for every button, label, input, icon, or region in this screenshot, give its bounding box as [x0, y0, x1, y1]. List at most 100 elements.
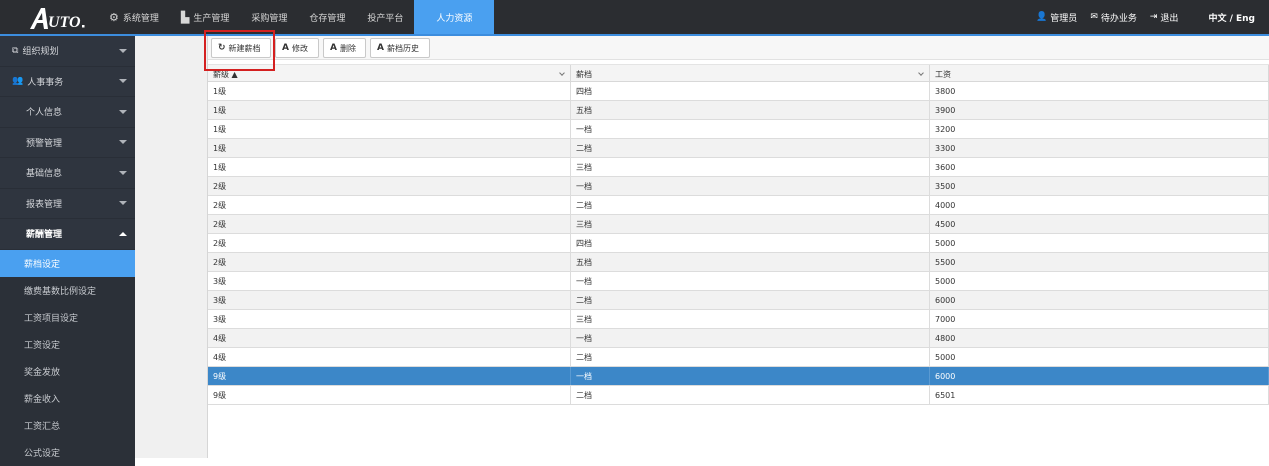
sidebar-sub-item[interactable]: 工资项目设定 — [0, 303, 135, 331]
table-cell: 2级 — [208, 253, 571, 271]
language-switch[interactable]: 中文 / Eng — [1208, 11, 1255, 24]
table-row[interactable]: 3级 三档 7000 — [208, 310, 1269, 329]
user-menu[interactable]: 👤 管理员 — [1036, 11, 1077, 24]
table-row[interactable]: 1级 一档 3200 — [208, 120, 1269, 139]
history-button-label: 薪档历史 — [386, 43, 419, 53]
sidebar-sub-item[interactable]: 薪金收入 — [0, 384, 135, 412]
table-body: 1级 四档 3800 1级 五档 3900 1级 一档 3200 1级 二档 3300 1级 三档 3600… — [208, 82, 1269, 405]
column-header-level[interactable]: 薪档 — [571, 65, 930, 83]
sidebar-section[interactable]: 预警管理 — [0, 128, 135, 158]
table-row[interactable]: 9级 一档 6000 — [208, 367, 1269, 386]
nav-item[interactable]: 投产平台 — [356, 0, 414, 34]
auto-logo[interactable]: UTO — [28, 5, 88, 31]
table-row[interactable]: 2级 四档 5000 — [208, 234, 1269, 253]
table-row[interactable]: 2级 五档 5500 — [208, 253, 1269, 272]
sidebar-sub-item[interactable]: 工资汇总 — [0, 411, 135, 439]
table-cell: 7000 — [930, 310, 1269, 328]
table-cell: 二档 — [571, 348, 930, 366]
table-cell: 二档 — [571, 196, 930, 214]
delete-button[interactable]: A 删除 — [323, 38, 366, 58]
sidebar-sub-item[interactable]: 薪档设定 — [0, 249, 135, 277]
table-cell: 3级 — [208, 272, 571, 290]
table-row[interactable]: 1级 四档 3800 — [208, 82, 1269, 101]
table-row[interactable]: 2级 二档 4000 — [208, 196, 1269, 215]
table-row[interactable]: 1级 二档 3300 — [208, 139, 1269, 158]
highlight-annotation — [204, 30, 275, 71]
sidebar: ⧉ 组织规划 👥 人事事务 个人信息 预警管理 基础信息 报表管理 薪酬管理 薪档设定 缴费基数比例… — [0, 36, 135, 466]
table-cell: 1级 — [208, 158, 571, 176]
table-row[interactable]: 2级 一档 3500 — [208, 177, 1269, 196]
nav-item-label: 人力资源 — [436, 13, 473, 24]
chevron-down-icon — [119, 201, 127, 206]
content-gutter — [135, 36, 208, 458]
sidebar-sub-item[interactable]: 奖金发放 — [0, 357, 135, 385]
chevron-down-icon[interactable] — [918, 70, 924, 76]
table-cell: 一档 — [571, 367, 930, 385]
table-row[interactable]: 1级 五档 3900 — [208, 101, 1269, 120]
table-cell: 3600 — [930, 158, 1269, 176]
svg-text:UTO: UTO — [48, 14, 81, 31]
logout-label: 退出 — [1160, 13, 1179, 24]
salary-history-button[interactable]: A 薪档历史 — [370, 38, 430, 58]
table-row[interactable]: 1级 三档 3600 — [208, 158, 1269, 177]
sidebar-sub-item[interactable]: 工资设定 — [0, 330, 135, 358]
table-cell: 6000 — [930, 367, 1269, 385]
nav-item-label: 采购管理 — [251, 13, 288, 24]
nav-item[interactable]: 采购管理 — [240, 0, 298, 34]
sidebar-sub-item[interactable]: 缴费基数比例设定 — [0, 276, 135, 304]
nav-item[interactable]: 人力资源 — [414, 0, 495, 34]
sidebar-section[interactable]: ⧉ 组织规划 — [0, 36, 135, 67]
toolbar: ↻ 新建薪档 A 修改 A 删除 A 薪档历史 — [208, 36, 1269, 60]
delete-icon: A — [330, 43, 337, 53]
table-cell: 4800 — [930, 329, 1269, 347]
sidebar-section-label: 组织规划 — [22, 47, 59, 58]
table-cell: 三档 — [571, 158, 930, 176]
edit-button[interactable]: A 修改 — [275, 38, 319, 58]
sidebar-section-label: 薪酬管理 — [26, 230, 63, 241]
sidebar-section-label: 预警管理 — [26, 138, 63, 149]
table-cell: 2级 — [208, 234, 571, 252]
table-cell: 3800 — [930, 82, 1269, 100]
tasks-link[interactable]: ✉ 待办业务 — [1090, 11, 1137, 24]
table-cell: 四档 — [571, 82, 930, 100]
sidebar-section[interactable]: 报表管理 — [0, 189, 135, 219]
table-cell: 5000 — [930, 272, 1269, 290]
column-header-salary[interactable]: 工资 — [930, 65, 1269, 83]
table-row[interactable]: 3级 二档 6000 — [208, 291, 1269, 310]
nav-item[interactable]: 仓存管理 — [298, 0, 356, 34]
nav-item[interactable]: ⚙ 系统管理 — [98, 0, 170, 34]
table-row[interactable]: 4级 一档 4800 — [208, 329, 1269, 348]
user-label: 管理员 — [1050, 13, 1078, 24]
table-cell: 三档 — [571, 310, 930, 328]
table-row[interactable]: 3级 一档 5000 — [208, 272, 1269, 291]
table-row[interactable]: 2级 三档 4500 — [208, 215, 1269, 234]
nav-item-label: 仓存管理 — [309, 13, 346, 24]
table-cell: 1级 — [208, 120, 571, 138]
history-icon: A — [377, 43, 384, 53]
column-header-label: 薪档 — [576, 69, 592, 79]
table-cell: 四档 — [571, 234, 930, 252]
chevron-down-icon — [119, 79, 127, 84]
sidebar-sub-item[interactable]: 公式设定 — [0, 438, 135, 466]
sidebar-section[interactable]: 👥 人事事务 — [0, 67, 135, 97]
logout-link[interactable]: ⇥ 退出 — [1150, 11, 1179, 24]
sidebar-section-label: 人事事务 — [27, 77, 64, 88]
users-icon: 👥 — [12, 76, 24, 87]
sidebar-section-label: 个人信息 — [26, 108, 63, 119]
user-icon: 👤 — [1036, 12, 1048, 22]
sidebar-section[interactable]: 个人信息 — [0, 97, 135, 128]
table-cell: 3900 — [930, 101, 1269, 119]
table-cell: 3级 — [208, 291, 571, 309]
table-row[interactable]: 4级 二档 5000 — [208, 348, 1269, 367]
edit-button-label: 修改 — [291, 43, 308, 53]
sidebar-section[interactable]: 基础信息 — [0, 158, 135, 189]
chevron-down-icon[interactable] — [559, 70, 565, 76]
table-header: 薪级 ▲ 薪档 工资 — [208, 64, 1269, 83]
column-header-label: 工资 — [935, 69, 951, 79]
sidebar-section[interactable]: 薪酬管理 — [0, 219, 135, 250]
table-row[interactable]: 9级 二档 6501 — [208, 386, 1269, 405]
nav-item[interactable]: ▙ 生产管理 — [170, 0, 240, 34]
logout-icon: ⇥ — [1149, 12, 1158, 22]
chevron-down-icon — [119, 48, 127, 53]
table-cell: 9级 — [208, 386, 571, 404]
